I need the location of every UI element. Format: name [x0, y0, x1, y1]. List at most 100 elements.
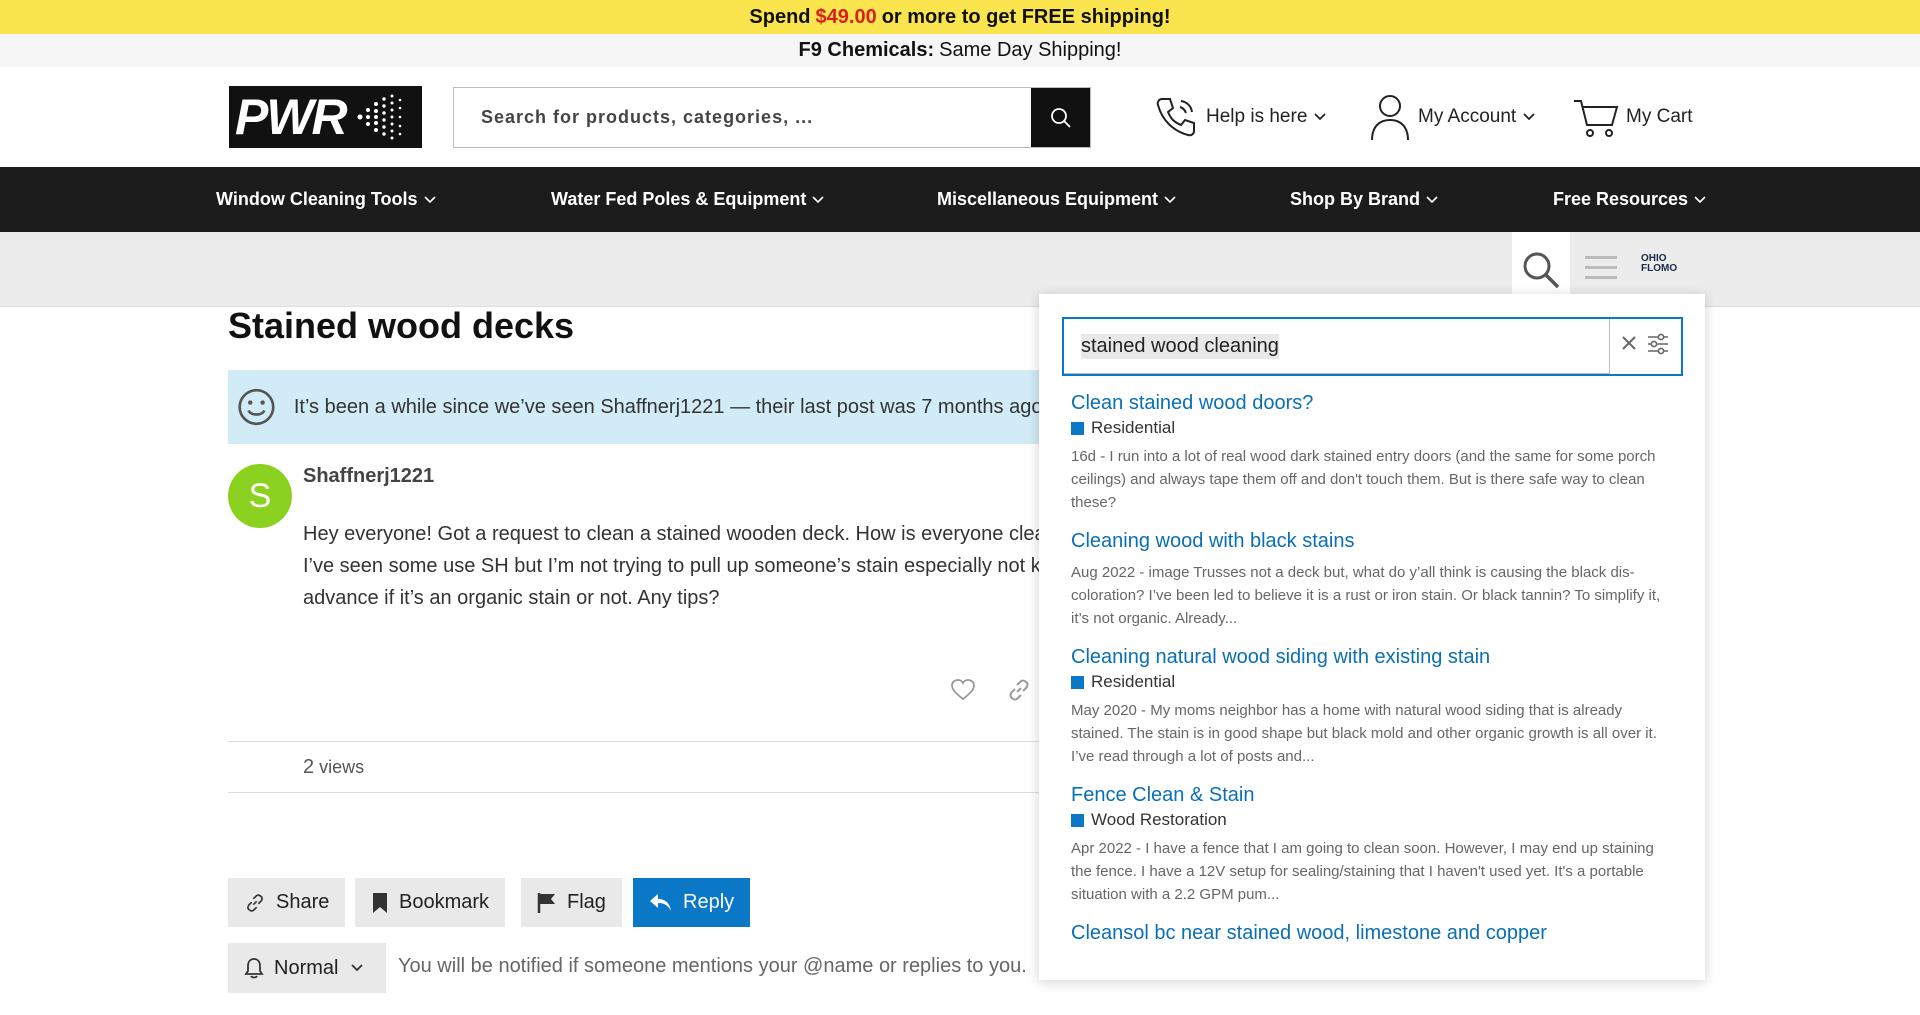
notify-level: Normal [274, 956, 339, 979]
account-label: My Account [1418, 106, 1517, 127]
phone-icon [1156, 98, 1195, 137]
category-label: Residential [1091, 672, 1176, 691]
search-results: Clean stained wood doors? Residential 16… [1071, 390, 1671, 960]
link-icon[interactable] [1006, 678, 1032, 702]
category-swatch [1071, 675, 1084, 689]
chevron-down-icon [423, 195, 436, 203]
help-label: Help is here [1206, 106, 1308, 127]
topic-views: 2 views [303, 756, 364, 779]
result-blurb: Apr 2022 - I have a fence that I am goin… [1071, 840, 1654, 903]
chevron-down-icon [1523, 113, 1535, 121]
notify-description: You will be notified if someone mentions… [398, 955, 1027, 977]
hamburger-menu-icon[interactable] [1583, 250, 1619, 286]
close-icon[interactable] [1619, 333, 1639, 353]
site-logo[interactable]: PWR [229, 86, 422, 148]
search-result[interactable]: Cleaning wood with black stains Aug 2022… [1071, 528, 1671, 630]
inactivity-notice: It’s been a while since we’ve seen Shaff… [228, 370, 1048, 444]
forum-logo-line2: FLOMO [1641, 263, 1678, 274]
cart-icon [1574, 100, 1619, 137]
main-nav: Window Cleaning Tools Water Fed Poles & … [0, 167, 1920, 232]
search-icon [1523, 252, 1560, 288]
bookmark-label: Bookmark [399, 891, 490, 913]
result-title[interactable]: Clean stained wood doors? [1071, 390, 1671, 416]
search-icon [1050, 107, 1071, 128]
promo-suffix: or more to get FREE shipping! [881, 5, 1171, 28]
chevron-down-icon [1164, 195, 1176, 203]
flag-label: Flag [567, 891, 606, 913]
category-label: Residential [1091, 418, 1176, 437]
bell-icon [244, 958, 264, 979]
subpromo-bold: F9 Chemicals: [798, 39, 935, 61]
result-title[interactable]: Cleaning natural wood siding with existi… [1071, 644, 1671, 670]
bookmark-button[interactable]: Bookmark [355, 878, 506, 927]
result-title[interactable]: Cleaning wood with black stains [1071, 528, 1671, 554]
chevron-down-icon [1694, 195, 1706, 203]
site-header: PWR Help is here My Account My Cart [0, 67, 1920, 167]
flag-icon [537, 892, 555, 913]
heart-icon[interactable] [950, 678, 976, 702]
result-blurb: Aug 2022 - image Trusses not a deck but,… [1071, 564, 1661, 627]
account-menu[interactable]: My Account [1368, 91, 1536, 143]
post-line: Hey everyone! Got a request to clean a s… [303, 523, 1048, 545]
divider [228, 741, 1048, 742]
result-category[interactable]: Wood Restoration [1071, 810, 1671, 830]
forum-search-input[interactable]: stained wood cleaning [1064, 319, 1610, 374]
views-count: 2 [303, 756, 315, 778]
nav-free-resources[interactable]: Free Resources [1553, 167, 1706, 232]
post-actions [950, 678, 1032, 702]
share-button[interactable]: Share [228, 878, 346, 927]
notice-text: It’s been a while since we’ve seen Shaff… [293, 395, 1048, 418]
views-label: views [319, 757, 365, 777]
search-query: stained wood cleaning [1081, 333, 1279, 359]
search-result[interactable]: Cleansol bc near stained wood, limestone… [1071, 920, 1671, 946]
smiley-icon [238, 388, 275, 426]
post-line: advance if it’s an organic stain or not.… [303, 587, 720, 609]
help-menu[interactable]: Help is here [1152, 91, 1327, 143]
chevron-down-icon [351, 964, 364, 972]
category-label: Wood Restoration [1091, 810, 1227, 829]
subpromo-banner: F9 Chemicals: Same Day Shipping! [0, 34, 1920, 67]
product-search [453, 87, 1091, 148]
spray-icon [357, 94, 401, 140]
post-line: I’ve seen some use SH but I’m not trying… [303, 555, 1048, 577]
nav-window-cleaning-tools[interactable]: Window Cleaning Tools [216, 167, 436, 232]
chevron-down-icon [1426, 195, 1438, 203]
share-label: Share [276, 891, 330, 913]
sliders-icon[interactable] [1646, 333, 1670, 355]
reply-button[interactable]: Reply [633, 878, 751, 927]
link-icon [247, 893, 263, 912]
nav-label: Window Cleaning Tools [216, 189, 418, 209]
post-body: Hey everyone! Got a request to clean a s… [303, 518, 1048, 618]
logo-text: PWR [235, 89, 348, 145]
search-result[interactable]: Fence Clean & Stain Wood Restoration Apr… [1071, 782, 1671, 906]
flag-button[interactable]: Flag [521, 878, 622, 927]
result-category[interactable]: Residential [1071, 672, 1671, 692]
nav-miscellaneous-equipment[interactable]: Miscellaneous Equipment [937, 167, 1176, 232]
forum-user-avatar[interactable]: OHIO FLOMO [1641, 254, 1687, 288]
result-blurb: 16d - I run into a lot of real wood dark… [1071, 448, 1656, 511]
reply-label: Reply [683, 891, 735, 913]
divider [228, 792, 1048, 793]
bookmark-icon [373, 892, 387, 913]
cart-link[interactable]: My Cart [1572, 91, 1693, 143]
nav-label: Shop By Brand [1290, 189, 1421, 209]
result-blurb: May 2020 - My moms neighbor has a home w… [1071, 702, 1657, 765]
post-username[interactable]: Shaffnerj1221 [303, 465, 434, 488]
forum-search-box: stained wood cleaning [1062, 317, 1683, 376]
result-category[interactable]: Residential [1071, 418, 1671, 438]
promo-prefix: Spend [749, 5, 811, 28]
avatar[interactable]: S [228, 464, 292, 528]
search-result[interactable]: Cleaning natural wood siding with existi… [1071, 644, 1671, 768]
notification-level-dropdown[interactable]: Normal [228, 943, 386, 993]
search-result[interactable]: Clean stained wood doors? Residential 16… [1071, 390, 1671, 514]
result-title[interactable]: Cleansol bc near stained wood, limestone… [1071, 920, 1671, 946]
product-search-input[interactable] [454, 88, 1031, 147]
chevron-down-icon [812, 195, 824, 203]
result-title[interactable]: Fence Clean & Stain [1071, 782, 1671, 808]
nav-water-fed-poles[interactable]: Water Fed Poles & Equipment [551, 167, 824, 232]
nav-label: Free Resources [1553, 189, 1689, 209]
nav-shop-by-brand[interactable]: Shop By Brand [1290, 167, 1438, 232]
chevron-down-icon [1314, 113, 1327, 121]
reply-icon [650, 893, 671, 911]
product-search-button[interactable] [1031, 88, 1090, 147]
